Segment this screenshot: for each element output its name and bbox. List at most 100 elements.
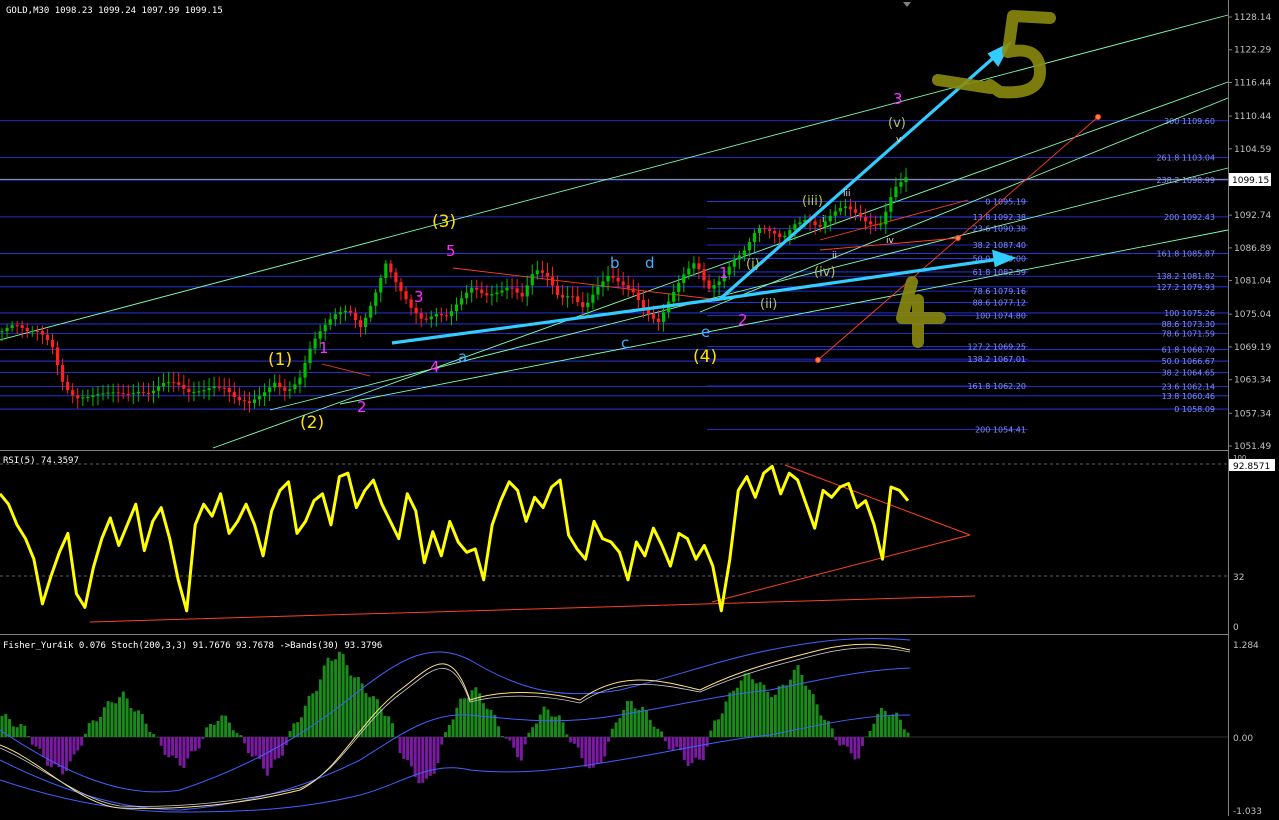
candle-body [55,347,60,366]
candle-body [465,292,469,299]
wave-label: 1 [319,339,329,357]
fisher-bar [11,726,15,737]
fisher-bar [607,737,611,742]
fisher-bar [174,737,178,759]
fisher-bar [519,737,523,761]
candle-body [283,387,287,391]
fisher-bar [15,727,19,737]
fisher-bar [481,703,485,737]
fisher-bar [243,737,247,744]
wave-label: iv [886,236,895,246]
fisher-bar [322,665,326,737]
projection-point[interactable] [815,357,821,363]
main-header: GOLD,M30 1098.23 1099.24 1097.99 1099.15 [6,6,223,16]
fisher-bar [140,714,144,737]
candle-body [81,397,85,399]
fisher-bar [459,698,463,737]
candle-body [793,224,797,230]
fisher-bar [265,737,269,776]
price-axis[interactable]: 1128.141122.291116.441110.441104.591098.… [1228,0,1279,817]
fisher-bar [315,690,319,737]
candle-body [560,295,565,298]
fisher-bar [489,709,493,737]
fisher-bar [197,737,201,749]
fisher-bar [777,686,781,737]
candle-body [631,288,635,293]
price-tick-label: 1081.04 [1234,277,1271,287]
fisher-bar [770,697,774,737]
fib-label: 50.0 1066.67 [1162,357,1215,366]
fisher-bar [876,713,880,737]
fisher-bar [208,723,212,737]
candle-body [25,328,29,332]
candle-body [682,274,686,283]
trading-chart[interactable]: 300 1109.60261.8 1103.04238.2 1098.99200… [0,0,1279,817]
wave-label: (ii) [760,297,777,312]
fisher-bar [61,737,65,775]
axis-background [1228,0,1279,816]
fisher-bar [87,723,91,737]
fisher-bar [565,734,569,737]
fib-label: 0 1058.09 [1174,405,1215,414]
wave-label: (1) [268,350,292,370]
fisher-bar [625,701,629,737]
fisher-bar [163,737,167,755]
candle-body [454,304,459,312]
fisher-bar [815,704,819,737]
fisher-bar [136,710,140,737]
projection-point[interactable] [955,235,961,241]
candle-body [212,386,216,389]
candle-body [369,305,373,318]
fisher-axis-label: -1.033 [1233,807,1262,816]
candle-body [419,313,423,319]
candle-body [374,292,378,306]
price-tick-label: 1075.04 [1234,310,1271,320]
candle-body [833,211,837,216]
price-tick-label: 1128.14 [1234,13,1271,23]
candle-body [40,330,45,335]
candle-body [869,221,873,225]
fisher-bar [576,737,580,748]
fisher-bar [637,709,641,737]
candle-body [424,318,428,320]
fisher-bar [91,720,95,737]
fisher-bar [595,737,599,764]
candle-body [207,388,211,391]
fisher-bar [591,737,595,768]
fisher-bar [368,697,372,737]
wave-label: (iii) [802,194,823,209]
rsi-axis-label: 92.8571 [1233,462,1270,472]
wave-label: v [896,135,902,145]
candle-body [520,292,524,297]
candle-body [636,292,640,300]
candle-body [227,387,231,393]
candle-body [490,294,494,296]
fisher-bar [864,736,868,738]
fisher-bar [216,720,220,737]
fib-label: 38.2 1087.40 [973,241,1026,250]
candle-body [10,325,14,328]
candle-body [550,276,555,286]
candle-body [576,296,580,303]
fisher-bar [318,679,322,737]
fisher-bar [447,725,451,737]
projection-point[interactable] [1095,114,1101,120]
candle-body [677,282,681,292]
fisher-bar [269,737,273,768]
fisher-bar [705,737,709,747]
candle-body [687,268,691,275]
candle-body [566,296,570,298]
candle-body [252,399,257,404]
candle-body [838,207,842,212]
candle-body [429,316,433,320]
fisher-bar [80,737,84,746]
wave-label: e [701,323,710,341]
candle-body [293,384,297,390]
fisher-bar [440,737,444,745]
fisher-bar [49,737,53,768]
candle-body [101,393,105,395]
price-tick-label: 1122.29 [1234,46,1271,56]
fib-label: 138.2 1081.82 [1156,272,1215,281]
fisher-bar [402,737,406,759]
fisher-bar [713,720,717,737]
